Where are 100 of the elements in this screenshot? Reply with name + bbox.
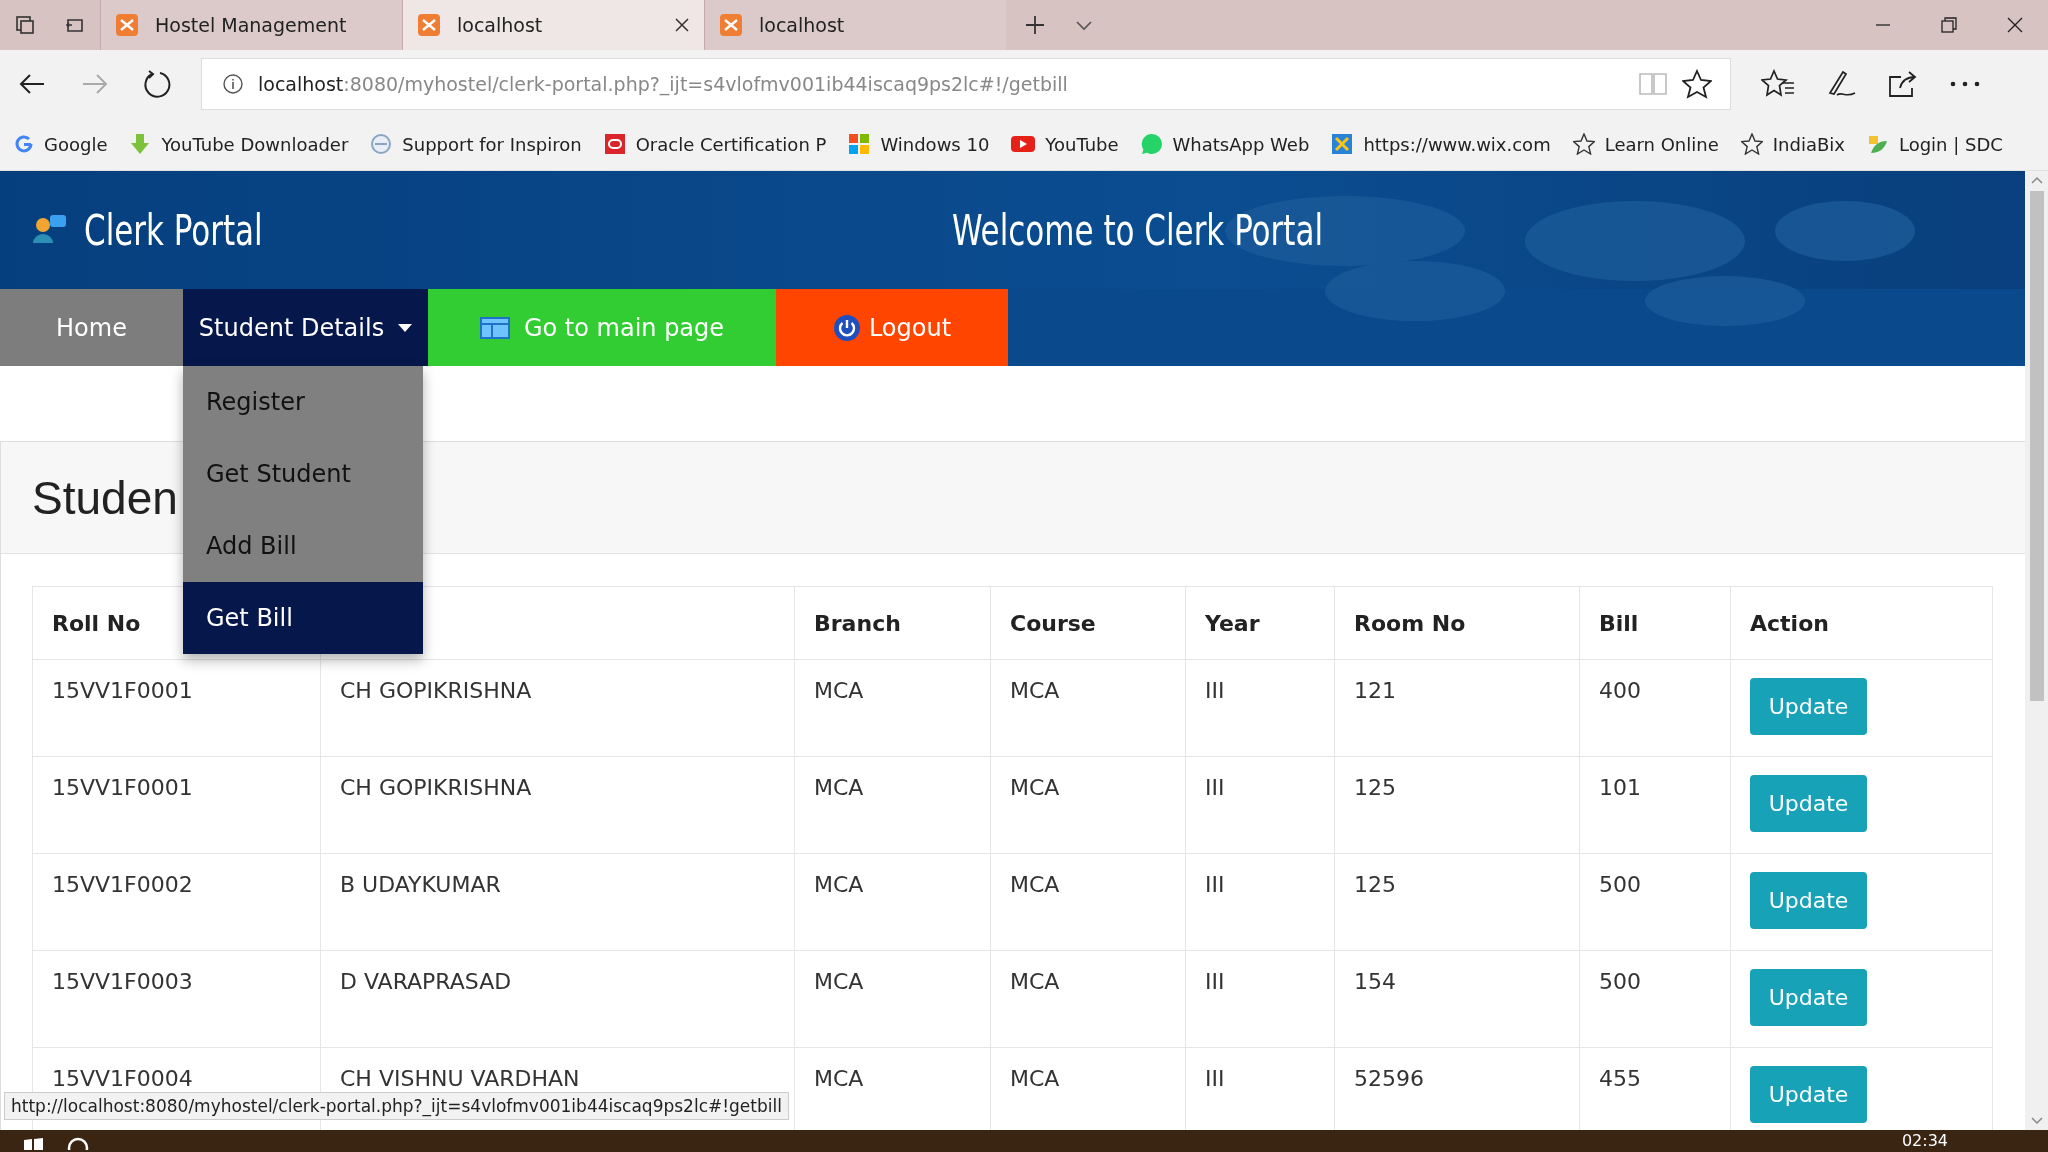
dropdown-item[interactable]: Get Bill — [183, 582, 423, 654]
table-cell: 500 — [1599, 969, 1641, 994]
table-cell: III — [1205, 872, 1225, 897]
bookmark-link[interactable]: YouTube Downloader — [129, 133, 349, 155]
table-cell: 15VV1F0002 — [52, 872, 193, 897]
scroll-up-icon[interactable] — [2029, 175, 2044, 185]
table-cell: MCA — [1010, 775, 1060, 800]
table-cell: 52596 — [1354, 1066, 1424, 1091]
dropdown-item[interactable]: Add Bill — [183, 510, 423, 582]
more-icon[interactable] — [1949, 79, 1981, 89]
scrollbar[interactable] — [2025, 171, 2048, 1130]
start-icon[interactable] — [22, 1136, 44, 1150]
play-icon — [1011, 135, 1036, 153]
close-tab-icon[interactable] — [674, 17, 690, 33]
table-cell: MCA — [1010, 969, 1060, 994]
table-cell: 15VV1F0001 — [52, 775, 193, 800]
bookmark-link[interactable]: Windows 10 — [848, 133, 990, 155]
column-header: Room No — [1354, 610, 1466, 636]
oracle-icon — [603, 133, 626, 155]
favorites-list-icon[interactable] — [1761, 69, 1795, 99]
bookmark-link[interactable]: Google — [14, 133, 108, 155]
bookmark-link[interactable]: YouTube — [1011, 133, 1119, 155]
window-icon — [479, 316, 510, 339]
table-cell: MCA — [814, 775, 864, 800]
restore-icon[interactable] — [1940, 16, 1958, 34]
table-cell: III — [1205, 678, 1225, 703]
leaf-icon — [1866, 133, 1889, 155]
bookmark-link[interactable]: IndiaBix — [1740, 133, 1845, 155]
windows-icon — [848, 133, 871, 155]
table-cell: 125 — [1354, 872, 1396, 897]
nav-link[interactable]: Student Details — [183, 289, 428, 366]
column-header: Action — [1750, 610, 1829, 636]
tabs-icon[interactable] — [14, 14, 36, 36]
table-cell: MCA — [1010, 872, 1060, 897]
info-icon — [222, 73, 244, 95]
bookmark-link[interactable]: https://www.wix.com — [1331, 133, 1551, 155]
dropdown-item[interactable]: Register — [183, 366, 423, 438]
table-cell: MCA — [1010, 678, 1060, 703]
table-cell: III — [1205, 775, 1225, 800]
browser-tab[interactable]: localhost — [402, 0, 704, 50]
power-icon — [832, 313, 861, 342]
column-header: Roll No — [52, 610, 141, 636]
new-tab-icon[interactable] — [1024, 14, 1046, 36]
table-cell: CH GOPIKRISHNA — [340, 678, 532, 703]
table-cell: B UDAYKUMAR — [340, 872, 501, 897]
table-cell: 125 — [1354, 775, 1396, 800]
favorite-star-icon[interactable] — [1682, 69, 1712, 99]
table-cell: III — [1205, 969, 1225, 994]
nav-link[interactable]: Home — [0, 289, 183, 366]
section-heading: Studen — [32, 470, 178, 525]
portal-title: Clerk Portal — [84, 205, 263, 255]
column-header: Year — [1205, 610, 1260, 636]
x-logo-icon — [1331, 133, 1354, 155]
table-cell: III — [1205, 1066, 1225, 1091]
address-field[interactable]: localhost:8080/myhostel/clerk-portal.php?_ijt=s4vlofmv001ib44iscaq9ps2lc#!/getbill — [201, 58, 1731, 110]
browser-tab[interactable]: localhost — [704, 0, 1006, 50]
column-header: Bill — [1599, 610, 1639, 636]
clock-time: 02:34 — [1901, 1130, 1948, 1152]
status-url: http://localhost:8080/myhostel/clerk-portal.php?_ijt=s4vlofmv001ib44iscaq9ps2lc#!getbill — [4, 1092, 789, 1120]
bookmark-link[interactable]: Learn Online — [1572, 133, 1719, 155]
table-cell: MCA — [814, 678, 864, 703]
xampp-icon — [417, 13, 441, 37]
bookmark-link[interactable]: WhatsApp Web — [1140, 133, 1310, 155]
browser-tab[interactable]: Hostel Management — [100, 0, 402, 50]
table-cell: D VARAPRASAD — [340, 969, 512, 994]
star-icon — [1572, 133, 1595, 155]
table-cell: CH VISHNU VARDHAN — [340, 1066, 580, 1091]
xampp-icon — [115, 13, 139, 37]
table-cell: MCA — [814, 1066, 864, 1091]
table-cell: CH GOPIKRISHNA — [340, 775, 532, 800]
xampp-icon — [719, 13, 743, 37]
share-icon[interactable] — [1887, 69, 1919, 99]
bookmark-link[interactable]: Login | SDC — [1866, 133, 2003, 155]
table-cell: MCA — [1010, 1066, 1060, 1091]
table-cell: 455 — [1599, 1066, 1641, 1091]
table-cell: 15VV1F0001 — [52, 678, 193, 703]
g-letter-icon — [14, 134, 34, 154]
circle-logo-icon — [370, 133, 393, 155]
caret-icon — [398, 322, 413, 333]
scroll-down-icon[interactable] — [2029, 1116, 2044, 1126]
table-cell: MCA — [814, 872, 864, 897]
table-cell: 121 — [1354, 678, 1396, 703]
close-icon[interactable] — [2006, 16, 2024, 34]
column-header: Branch — [814, 610, 901, 636]
chat-bubble-icon — [1140, 133, 1163, 155]
table-cell: 15VV1F0004 — [52, 1066, 193, 1091]
bookmark-link[interactable]: Support for Inspiron — [370, 133, 582, 155]
table-cell: 154 — [1354, 969, 1396, 994]
dropdown-item[interactable]: Get Student — [183, 438, 423, 510]
welcome-title: Welcome to Clerk Portal — [952, 205, 1323, 255]
search-icon[interactable] — [66, 1136, 90, 1150]
table-cell: 400 — [1599, 678, 1641, 703]
column-header: Course — [1010, 610, 1096, 636]
table-cell: 15VV1F0003 — [52, 969, 193, 994]
table-cell: 101 — [1599, 775, 1641, 800]
bookmark-link[interactable]: Oracle Certification P — [603, 133, 827, 155]
table-cell: MCA — [814, 969, 864, 994]
download-icon — [129, 133, 152, 155]
table-cell: 500 — [1599, 872, 1641, 897]
star-icon — [1740, 133, 1763, 155]
